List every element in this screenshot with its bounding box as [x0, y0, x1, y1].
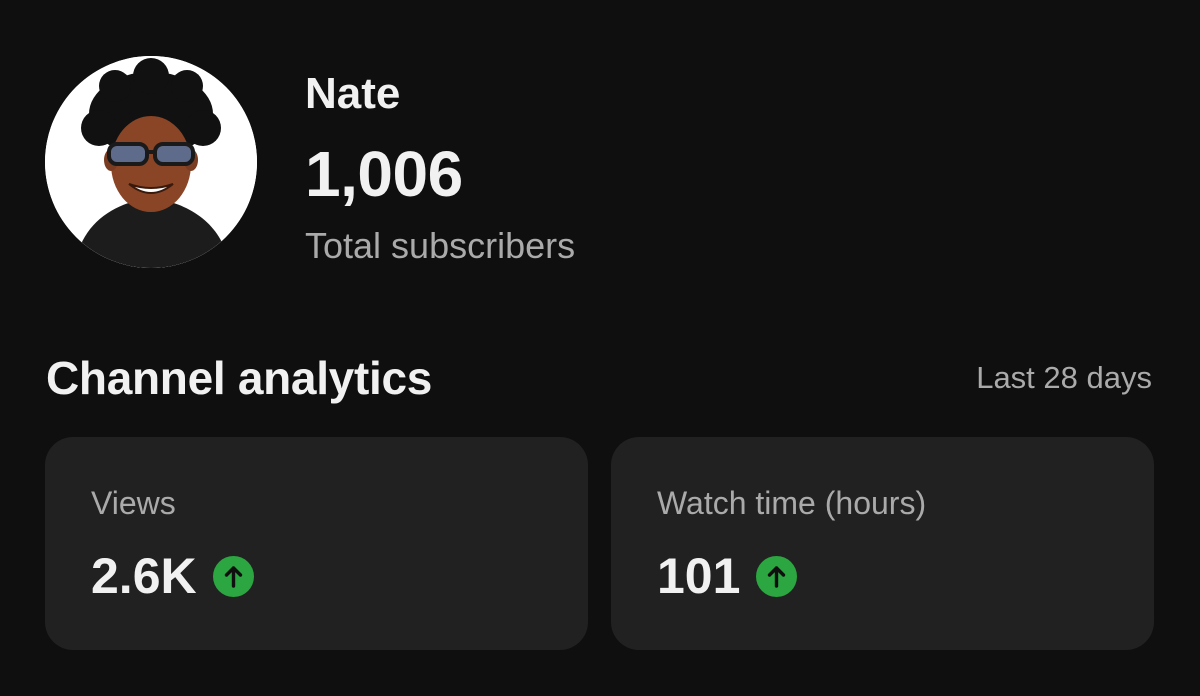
- watch-time-value-row: 101: [657, 548, 798, 604]
- analytics-title: Channel analytics: [46, 352, 433, 404]
- avatar[interactable]: [45, 56, 257, 268]
- profile-text: Nate 1,006 Total subscribers: [305, 56, 575, 264]
- views-value-row: 2.6K: [91, 551, 254, 601]
- views-value: 2.6K: [91, 548, 197, 604]
- watch-time-label: Watch time (hours): [657, 485, 927, 521]
- watch-time-value: 101: [657, 548, 741, 604]
- views-card[interactable]: Views 2.6K: [45, 437, 588, 650]
- analytics-header: Channel analytics Last 28 days: [46, 350, 1152, 406]
- arrow-up-icon: [212, 555, 254, 597]
- subscriber-label: Total subscribers: [305, 225, 576, 266]
- views-label: Views: [91, 485, 176, 521]
- channel-profile: Nate 1,006 Total subscribers: [45, 56, 575, 268]
- channel-name: Nate: [305, 69, 401, 118]
- arrow-up-icon: [756, 555, 798, 597]
- avatar-photo: [45, 56, 257, 268]
- analytics-period[interactable]: Last 28 days: [976, 360, 1152, 396]
- subscriber-count: 1,006: [305, 138, 463, 210]
- watch-time-card[interactable]: Watch time (hours) 101: [611, 437, 1154, 650]
